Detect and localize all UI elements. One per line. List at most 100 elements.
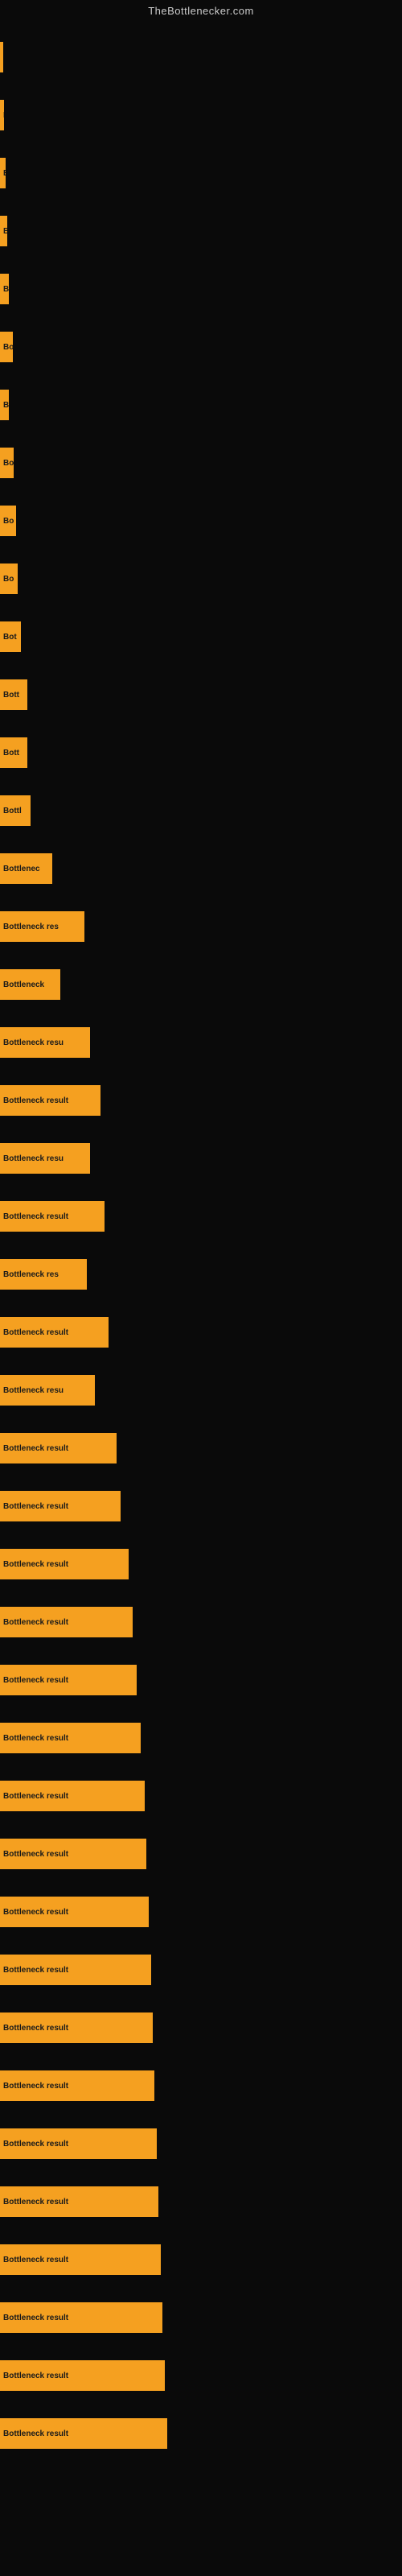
bar-item: Bottleneck result	[0, 2360, 165, 2391]
bar-label: Bottleneck result	[3, 1676, 68, 1685]
bar-row: Bottleneck result	[0, 2231, 402, 2289]
bar-row: Bottleneck	[0, 956, 402, 1013]
bar-label: Bottleneck result	[3, 1618, 68, 1627]
bar-label: Bott	[3, 749, 19, 758]
bar-label: Bottleneck resu	[3, 1038, 64, 1047]
bar-row: E	[0, 144, 402, 202]
bar-label: Bottleneck result	[3, 1212, 68, 1221]
bar-row: Bottleneck result	[0, 1593, 402, 1651]
bar-item: Bottleneck result	[0, 1317, 109, 1348]
bar-item: Bottleneck resu	[0, 1375, 95, 1406]
bar-label: Bottleneck result	[3, 1444, 68, 1453]
bar-label: Bottleneck result	[3, 2082, 68, 2091]
bar-row: Bo	[0, 434, 402, 492]
bar-row: B	[0, 376, 402, 434]
bar-row: B	[0, 260, 402, 318]
bar-item: Bottleneck result	[0, 1781, 145, 1811]
bar-label: Bottleneck result	[3, 1560, 68, 1569]
bar-label: I	[3, 111, 4, 120]
bar-row: Bottleneck result	[0, 2289, 402, 2347]
bar-label: Bottleneck result	[3, 2140, 68, 2149]
site-title: TheBottlenecker.com	[0, 0, 402, 20]
bar-label: Bottleneck result	[3, 1850, 68, 1859]
bar-label: Bottleneck result	[3, 1966, 68, 1975]
bar-label: Bo	[3, 343, 13, 352]
bar-label: Bott	[3, 691, 19, 700]
bar-row: Bo	[0, 492, 402, 550]
bar-label: Bottleneck result	[3, 1792, 68, 1801]
bar-label: Bottleneck	[3, 980, 44, 989]
bar-row: Bottleneck resu	[0, 1013, 402, 1071]
bar-row: Bottleneck result	[0, 1071, 402, 1129]
bar-item: Bottleneck result	[0, 1897, 149, 1927]
bar-row: Bottleneck result	[0, 1535, 402, 1593]
bar-label: Bottlenec	[3, 865, 40, 873]
bar-item: Bottleneck res	[0, 1259, 87, 1290]
bar-row: Bottleneck result	[0, 2405, 402, 2462]
bar-label: E	[3, 169, 6, 178]
bar-label: Bottleneck res	[3, 923, 59, 931]
bar-row: Bottleneck result	[0, 1187, 402, 1245]
bar-item: Bottleneck result	[0, 1607, 133, 1637]
bar-label: Bottleneck result	[3, 1502, 68, 1511]
bar-row: Bottleneck result	[0, 1767, 402, 1825]
bar-row: Bott	[0, 666, 402, 724]
bar-row: Bott	[0, 724, 402, 782]
bar-item: Bottleneck result	[0, 1433, 117, 1463]
bar-label: B	[3, 285, 9, 294]
bar-label: Bottleneck result	[3, 2372, 68, 2380]
bar-label: Bottleneck result	[3, 2429, 68, 2438]
bar-item: B	[0, 274, 9, 304]
bar-row: Bottleneck result	[0, 1883, 402, 1941]
bar-label: Bottleneck res	[3, 1270, 59, 1279]
bar-label: Bottleneck result	[3, 1328, 68, 1337]
bar-item: Bottleneck res	[0, 911, 84, 942]
bar-label: B	[3, 401, 9, 410]
bar-label: Bottleneck result	[3, 1734, 68, 1743]
bar-label: B	[3, 227, 7, 236]
bar-item: Bottleneck result	[0, 1955, 151, 1985]
bar-item: E	[0, 158, 6, 188]
bar-row: Bottleneck result	[0, 1941, 402, 1999]
bar-item: Bo	[0, 448, 14, 478]
bar-item: Bott	[0, 679, 27, 710]
bar-label: Bottleneck result	[3, 2256, 68, 2264]
bar-row: |	[0, 28, 402, 86]
bar-item: Bottleneck result	[0, 2418, 167, 2449]
bar-row: Bottleneck result	[0, 2347, 402, 2405]
bar-row: Bottleneck result	[0, 1477, 402, 1535]
bar-item: B	[0, 216, 7, 246]
bar-row: B	[0, 202, 402, 260]
bar-item: Bo	[0, 332, 13, 362]
bar-row: Bottleneck res	[0, 1245, 402, 1303]
bar-row: Bo	[0, 550, 402, 608]
bar-row: Bottleneck result	[0, 1709, 402, 1767]
bar-label: Bo	[3, 517, 14, 526]
bar-row: Bottlenec	[0, 840, 402, 898]
bar-row: Bottleneck result	[0, 1303, 402, 1361]
bar-label: Bo	[3, 575, 14, 584]
bar-row: Bottleneck result	[0, 1651, 402, 1709]
bar-label: Bottl	[3, 807, 22, 815]
bar-row: Bot	[0, 608, 402, 666]
bar-item: Bottleneck result	[0, 1201, 105, 1232]
bar-item: Bottleneck	[0, 969, 60, 1000]
bar-label: Bottleneck result	[3, 2024, 68, 2033]
bar-row: Bottleneck resu	[0, 1129, 402, 1187]
bar-item: Bottleneck result	[0, 2128, 157, 2159]
bar-item: Bo	[0, 506, 16, 536]
bar-item: Bott	[0, 737, 27, 768]
bar-item: Bo	[0, 564, 18, 594]
bar-item: Bottleneck result	[0, 2244, 161, 2275]
bar-item: Bottleneck result	[0, 2302, 162, 2333]
bar-item: Bot	[0, 621, 21, 652]
bar-item: Bottleneck result	[0, 2070, 154, 2101]
bar-item: Bottleneck result	[0, 1549, 129, 1579]
bar-row: Bottleneck result	[0, 1419, 402, 1477]
bar-label: Bottleneck result	[3, 2198, 68, 2207]
bar-row: Bo	[0, 318, 402, 376]
bar-label: Bottleneck resu	[3, 1386, 64, 1395]
bar-item: Bottleneck result	[0, 1723, 141, 1753]
bar-item: Bottleneck result	[0, 1085, 100, 1116]
bar-label: Bottleneck resu	[3, 1154, 64, 1163]
